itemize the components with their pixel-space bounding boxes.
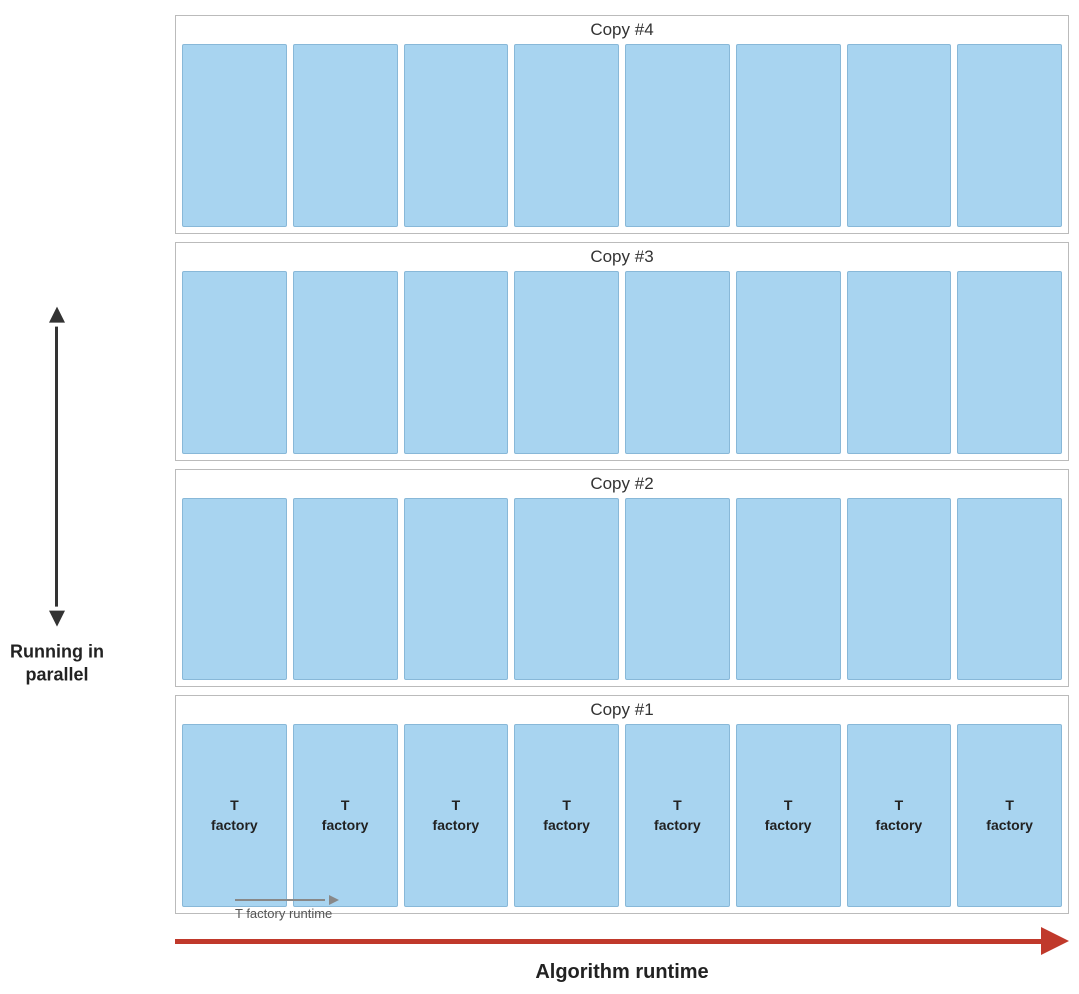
main-content: Copy #4 Copy #3 xyxy=(175,15,1069,914)
factory-block xyxy=(736,498,841,681)
factory-block-labeled: T factory xyxy=(514,724,619,907)
factory-block xyxy=(182,498,287,681)
copy-1-blocks: T factory T factory T factory T factory … xyxy=(182,724,1062,907)
copy-4-title: Copy #4 xyxy=(182,20,1062,40)
t-runtime-label: T factory runtime xyxy=(235,906,332,921)
factory-block-labeled: T factory xyxy=(847,724,952,907)
factory-block xyxy=(847,498,952,681)
block-t-label: T xyxy=(673,796,682,816)
factory-block-labeled: T factory xyxy=(736,724,841,907)
factory-block xyxy=(293,44,398,227)
copy-3-title: Copy #3 xyxy=(182,247,1062,267)
block-factory-label: factory xyxy=(876,816,923,836)
copy-row-4: Copy #4 xyxy=(175,15,1069,234)
factory-block xyxy=(514,498,619,681)
diagram-container: Running in parallel Copy #4 Copy #3 xyxy=(0,0,1079,994)
algo-runtime-label: Algorithm runtime xyxy=(175,961,1069,984)
parallel-label: Running in parallel xyxy=(10,307,104,688)
block-t-label: T xyxy=(1005,796,1014,816)
block-factory-label: factory xyxy=(986,816,1033,836)
copy-2-title: Copy #2 xyxy=(182,474,1062,494)
parallel-arrow xyxy=(49,307,65,627)
factory-block xyxy=(957,271,1062,454)
copy-row-3: Copy #3 xyxy=(175,242,1069,461)
copy-4-blocks xyxy=(182,44,1062,227)
copy-row-1: Copy #1 T factory T factory T factory T … xyxy=(175,695,1069,914)
t-factory-runtime: T factory runtime xyxy=(235,895,1069,921)
factory-block xyxy=(625,44,730,227)
factory-block-labeled: T factory xyxy=(625,724,730,907)
factory-block xyxy=(514,271,619,454)
copy-row-2: Copy #2 xyxy=(175,469,1069,688)
block-factory-label: factory xyxy=(543,816,590,836)
t-runtime-arrow-row xyxy=(235,895,339,905)
algo-runtime-arrowhead xyxy=(1041,927,1069,955)
block-t-label: T xyxy=(895,796,904,816)
block-factory-label: factory xyxy=(322,816,369,836)
factory-block xyxy=(847,271,952,454)
block-t-label: T xyxy=(562,796,571,816)
parallel-text: Running in parallel xyxy=(10,641,104,688)
copy-3-blocks xyxy=(182,271,1062,454)
factory-block xyxy=(293,498,398,681)
factory-block-labeled: T factory xyxy=(293,724,398,907)
block-factory-label: factory xyxy=(765,816,812,836)
block-t-label: T xyxy=(341,796,350,816)
block-t-label: T xyxy=(230,796,239,816)
algo-runtime-line xyxy=(175,939,1041,944)
bottom-area: T factory runtime Algorithm runtime xyxy=(175,895,1069,984)
factory-block xyxy=(182,271,287,454)
factory-block xyxy=(736,44,841,227)
factory-block xyxy=(736,271,841,454)
factory-block xyxy=(514,44,619,227)
block-factory-label: factory xyxy=(211,816,258,836)
arrow-up-head xyxy=(49,307,65,323)
factory-block-labeled: T factory xyxy=(182,724,287,907)
t-runtime-line xyxy=(235,899,325,901)
block-t-label: T xyxy=(452,796,461,816)
algo-runtime-row xyxy=(175,927,1069,955)
factory-block xyxy=(957,44,1062,227)
factory-block xyxy=(293,271,398,454)
factory-block xyxy=(957,498,1062,681)
arrow-down-head xyxy=(49,611,65,627)
factory-block xyxy=(182,44,287,227)
factory-block xyxy=(404,44,509,227)
factory-block xyxy=(404,271,509,454)
block-factory-label: factory xyxy=(433,816,480,836)
t-runtime-arrowhead xyxy=(329,895,339,905)
factory-block xyxy=(625,498,730,681)
factory-block xyxy=(404,498,509,681)
factory-block xyxy=(625,271,730,454)
block-t-label: T xyxy=(784,796,793,816)
factory-block-labeled: T factory xyxy=(404,724,509,907)
factory-block xyxy=(847,44,952,227)
arrow-vertical-line xyxy=(55,327,58,607)
copy-2-blocks xyxy=(182,498,1062,681)
block-factory-label: factory xyxy=(654,816,701,836)
copy-1-title: Copy #1 xyxy=(182,700,1062,720)
factory-block-labeled: T factory xyxy=(957,724,1062,907)
